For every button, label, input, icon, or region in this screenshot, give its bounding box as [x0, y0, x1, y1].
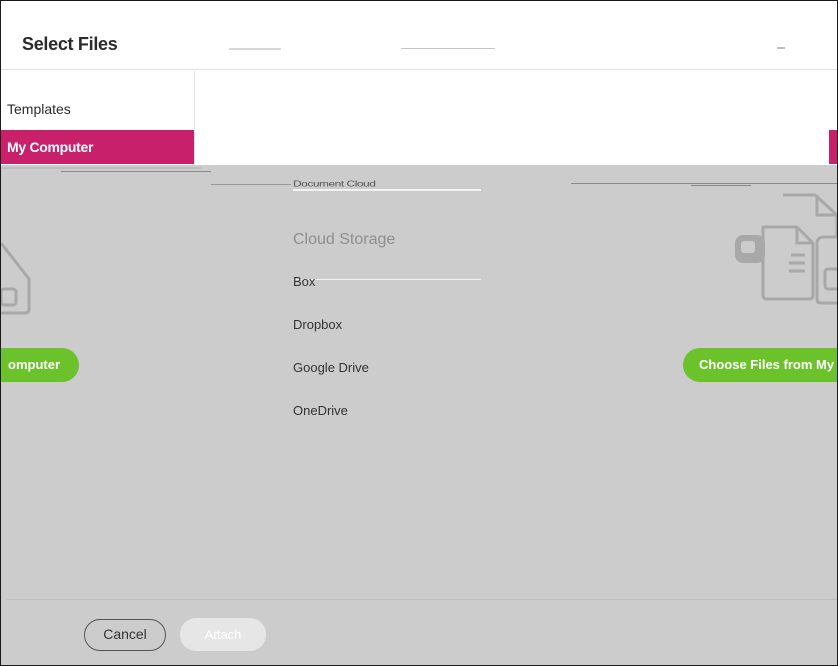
- footer-divider: [7, 599, 837, 600]
- storage-item-google-drive[interactable]: Google Drive: [293, 360, 369, 375]
- sidebar: Templates My Computer: [1, 71, 195, 165]
- render-artifact: [293, 279, 481, 280]
- choose-files-left-button[interactable]: omputer: [1, 348, 79, 382]
- storage-item-document-cloud[interactable]: Document Cloud: [293, 179, 376, 189]
- choose-files-right-button[interactable]: Choose Files from My: [683, 348, 837, 382]
- attach-button[interactable]: Attach: [180, 618, 266, 651]
- file-stack-icon: [1, 242, 31, 315]
- header-divider: [1, 69, 837, 70]
- render-artifact: [211, 184, 291, 185]
- content-overlay: [1, 165, 837, 665]
- file-stack-icon: [735, 193, 837, 305]
- render-artifact: [1, 167, 201, 169]
- render-artifact: [293, 189, 481, 191]
- active-tab-edge: [829, 130, 837, 164]
- ghost-divider: [401, 48, 495, 49]
- sidebar-item-templates[interactable]: Templates: [1, 92, 194, 126]
- render-artifact: [571, 183, 837, 184]
- storage-item-onedrive[interactable]: OneDrive: [293, 403, 348, 418]
- dialog-header: Select Files: [1, 1, 837, 70]
- ghost-heading: [229, 48, 281, 50]
- cloud-storage-heading: Cloud Storage: [293, 231, 396, 248]
- cancel-button[interactable]: Cancel: [84, 619, 166, 651]
- storage-item-box[interactable]: Box: [293, 274, 315, 289]
- storage-item-dropbox[interactable]: Dropbox: [293, 317, 342, 332]
- ghost-mark: [777, 47, 785, 49]
- select-files-dialog: Select Files Templates My Computer Docum…: [0, 0, 838, 666]
- content-top-area: [195, 71, 837, 165]
- render-artifact: [61, 171, 211, 172]
- render-artifact: [691, 185, 751, 186]
- dialog-title: Select Files: [22, 34, 118, 54]
- sidebar-item-my-computer[interactable]: My Computer: [1, 130, 194, 164]
